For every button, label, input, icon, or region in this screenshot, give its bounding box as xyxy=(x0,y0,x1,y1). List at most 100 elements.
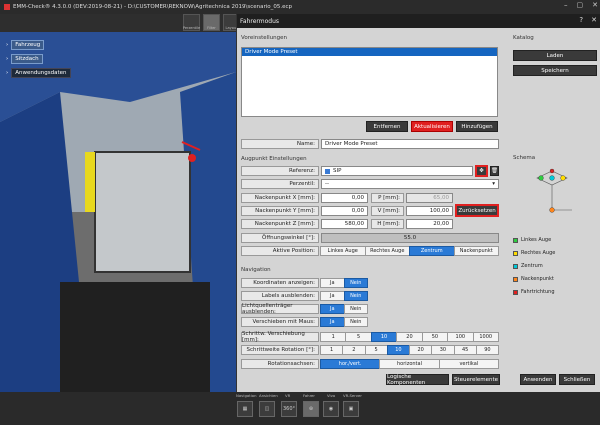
chevron-right-icon[interactable]: › xyxy=(6,56,8,62)
pick-reference-button[interactable]: ✥ xyxy=(475,165,488,177)
logische-komponenten-button[interactable]: Logische Komponenten xyxy=(386,374,449,386)
position-linkes-auge[interactable]: Linkes Auge xyxy=(320,246,366,256)
vivo-icon[interactable]: ◉ xyxy=(323,401,339,417)
steuerelemente-button[interactable]: Steuerelemente xyxy=(452,374,500,385)
maximize-icon[interactable]: ▢ xyxy=(577,1,584,9)
help-icon[interactable]: ? xyxy=(579,16,583,24)
crosshair-icon: ✥ xyxy=(479,168,484,174)
zuruecksetzen-button[interactable]: Zurücksetzen xyxy=(455,204,499,217)
legend-rechtes-auge: Rechtes Auge xyxy=(513,250,555,256)
nackenpunkt-y-input[interactable]: 0,00 xyxy=(321,206,368,216)
schema-label: Schema xyxy=(513,155,536,161)
step-option[interactable]: 10 xyxy=(370,332,398,342)
v-input[interactable]: 100,00 xyxy=(406,206,453,216)
nackenpunkt-z-label: Nackenpunkt Z [mm]: xyxy=(241,219,319,229)
rotation-option[interactable]: 20 xyxy=(409,345,433,355)
v-label: V [mm]: xyxy=(371,206,404,216)
toolbar-button-perzentile[interactable]: Perzentile xyxy=(183,14,200,31)
tree-item-sitzdach[interactable]: › Sitzdach xyxy=(6,54,71,64)
schliessen-button[interactable]: Schließen xyxy=(559,374,595,385)
rotation-option[interactable]: 2 xyxy=(342,345,366,355)
nackenpunkt-x-input[interactable]: 0,00 xyxy=(321,193,368,203)
legend-fahrtrichtung: Fahrtrichtung xyxy=(513,289,555,295)
schrittweite-rotation-label: Schrittweite Rotation [°]: xyxy=(241,345,319,355)
toolbar-button-filter[interactable]: Filter xyxy=(203,14,220,31)
h-label: H [mm]: xyxy=(371,219,404,229)
tree-item-label: Fahrzeug xyxy=(11,40,45,50)
laden-button[interactable]: Laden xyxy=(513,50,597,61)
verschieben-ja[interactable]: Ja xyxy=(320,317,345,327)
rotachse-option[interactable]: horizontal xyxy=(379,359,440,369)
position-zentrum[interactable]: Zentrum xyxy=(409,246,455,256)
labels-nein[interactable]: Nein xyxy=(343,291,368,301)
referenz-label: Referenz: xyxy=(241,166,319,176)
step-option[interactable]: 50 xyxy=(421,332,449,342)
nackenpunkt-z-input[interactable]: 580,00 xyxy=(321,219,368,229)
perzentil-select[interactable]: -- ▾ xyxy=(321,179,499,189)
koordinaten-nein[interactable]: Nein xyxy=(343,278,368,288)
preset-list[interactable]: Driver Mode Preset xyxy=(241,47,498,117)
steering-wheel-icon[interactable]: ⊛ xyxy=(303,401,319,417)
vr-server-icon[interactable]: ▣ xyxy=(343,401,359,417)
rotachse-option[interactable]: vertikal xyxy=(438,359,499,369)
lichtquellen-toggle: Ja Nein xyxy=(320,304,368,314)
step-option[interactable]: 1 xyxy=(320,332,347,342)
group-label-ansichten: Ansichten xyxy=(259,393,278,398)
step-option[interactable]: 1000 xyxy=(472,332,499,342)
voreinstellungen-label: Voreinstellungen xyxy=(241,35,288,41)
color-swatch-icon xyxy=(513,263,518,269)
delete-reference-button[interactable]: 🗑 xyxy=(490,166,499,176)
navigation-label: Navigation xyxy=(241,267,271,273)
verschieben-label: Verschieben mit Maus: xyxy=(241,317,319,327)
rotation-option[interactable]: 1 xyxy=(320,345,344,355)
color-swatch-icon xyxy=(513,250,518,256)
tree-item-anwendungsdaten[interactable]: › Anwendungsdaten xyxy=(6,68,71,78)
legend-zentrum: Zentrum xyxy=(513,263,543,269)
schrittweite-verschiebung-segment: 1 5 10 20 50 100 1000 xyxy=(320,332,499,342)
anwenden-button[interactable]: Anwenden xyxy=(520,374,556,385)
oeffnungswinkel-slider[interactable]: 55.0 xyxy=(321,233,499,243)
close-icon[interactable]: ✕ xyxy=(591,16,597,24)
chevron-right-icon[interactable]: › xyxy=(6,70,8,76)
entfernen-button[interactable]: Entfernen xyxy=(366,121,408,132)
grid-view-icon[interactable]: ▦ xyxy=(237,401,253,417)
legend-nackenpunkt: Nackenpunkt xyxy=(513,276,554,282)
augpunkt-label: Augpunkt Einstellungen xyxy=(241,156,307,162)
preset-list-item[interactable]: Driver Mode Preset xyxy=(242,48,497,56)
close-icon[interactable]: ✕ xyxy=(592,1,598,9)
rotachse-option[interactable]: hor./vert. xyxy=(320,359,381,369)
labels-ja[interactable]: Ja xyxy=(320,291,345,301)
hinzufuegen-button[interactable]: Hinzufügen xyxy=(456,121,498,132)
koordinaten-ja[interactable]: Ja xyxy=(320,278,345,288)
360-view-button[interactable]: 360° xyxy=(281,401,297,417)
3d-viewport[interactable]: › Fahrzeug › Sitzdach › Anwendungsdaten xyxy=(0,32,236,392)
rotation-option[interactable]: 5 xyxy=(364,345,388,355)
speichern-button[interactable]: Speichern xyxy=(513,65,597,76)
rotationsachsen-label: Rotationsachsen: xyxy=(241,359,319,369)
position-nackenpunkt[interactable]: Nackenpunkt xyxy=(453,246,499,256)
referenz-select[interactable]: SIP xyxy=(321,166,473,176)
rotation-option[interactable]: 45 xyxy=(453,345,477,355)
rotation-option[interactable]: 30 xyxy=(431,345,455,355)
lichtquellen-nein[interactable]: Nein xyxy=(343,304,368,314)
position-rechtes-auge[interactable]: Rechtes Auge xyxy=(364,246,410,256)
rotation-option[interactable]: 10 xyxy=(386,345,410,355)
schrittweite-verschiebung-label: Schrittw. Verschiebung [mm]: xyxy=(241,331,319,343)
step-option[interactable]: 100 xyxy=(447,332,474,342)
window-titlebar: EMM-Check® 4.3.0.0 (DEV:2019-08-21) - D:… xyxy=(0,0,600,14)
chevron-right-icon[interactable]: › xyxy=(6,42,8,48)
step-option[interactable]: 5 xyxy=(345,332,372,342)
minimize-icon[interactable]: – xyxy=(564,1,568,9)
lichtquellen-ja[interactable]: Ja xyxy=(320,304,345,314)
rotationsachsen-segment: hor./vert. horizontal vertikal xyxy=(320,359,499,369)
verschieben-nein[interactable]: Nein xyxy=(343,317,368,327)
nackenpunkt-x-label: Nackenpunkt X [mm]: xyxy=(241,193,319,203)
tree-item-label: Anwendungsdaten xyxy=(11,68,71,78)
name-input[interactable]: Driver Mode Preset xyxy=(321,139,499,149)
rotation-option[interactable]: 90 xyxy=(475,345,499,355)
aktualisieren-button[interactable]: Aktualisieren xyxy=(411,121,453,132)
tree-item-fahrzeug[interactable]: › Fahrzeug xyxy=(6,40,71,50)
cube-view-icon[interactable]: ◫ xyxy=(259,401,275,417)
step-option[interactable]: 20 xyxy=(396,332,423,342)
h-input[interactable]: 20,00 xyxy=(406,219,453,229)
